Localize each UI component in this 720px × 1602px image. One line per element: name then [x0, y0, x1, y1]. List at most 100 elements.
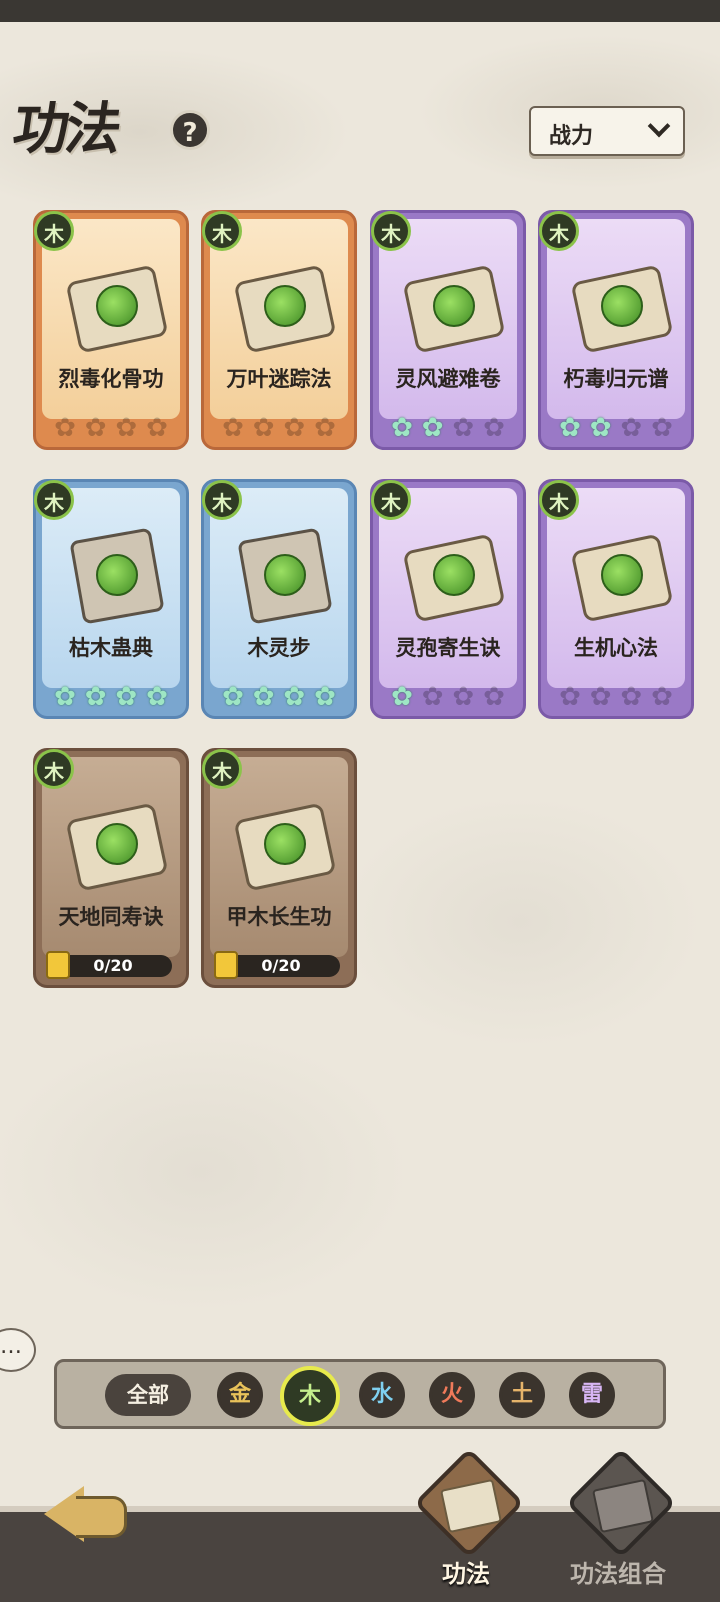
dragon-scroll-icon [65, 257, 169, 354]
star-icon: ✿ [54, 682, 76, 712]
tab-skill-combos[interactable]: 功法组合 [548, 1447, 688, 1594]
fragment-count: 0/20 [93, 956, 133, 975]
star-icon: ✿ [314, 413, 336, 443]
fragment-progress: 0/20 [46, 951, 172, 979]
element-badge-icon: 木 [34, 749, 74, 789]
star-rating: ✿ ✿ ✿ ✿ [389, 415, 507, 441]
skill-card[interactable]: 木 灵孢寄生诀 ✿ ✿ ✿ ✿ [370, 479, 526, 719]
card-name: 朽毒归元谱 [563, 367, 669, 391]
star-icon: ✿ [222, 413, 244, 443]
filter-wood-button[interactable]: 木 [280, 1366, 340, 1426]
book-skull-icon [66, 526, 165, 625]
dragon-scroll-icon [233, 795, 337, 892]
skill-card-locked[interactable]: 木 甲木长生功 0/20 [201, 748, 357, 988]
element-badge-icon: 木 [34, 211, 74, 251]
element-badge-icon: 木 [34, 480, 74, 520]
star-icon: ✿ [589, 413, 612, 443]
skill-card[interactable]: 木 朽毒归元谱 ✿ ✿ ✿ ✿ [538, 210, 694, 450]
star-icon: ✿ [559, 413, 581, 443]
card-name: 灵风避难卷 [395, 367, 501, 391]
skill-card[interactable]: 木 枯木蛊典 ✿ ✿ ✿ ✿ [33, 479, 189, 719]
star-icon: ✿ [620, 413, 643, 443]
card-name: 万叶迷踪法 [226, 367, 332, 391]
element-badge-icon: 木 [202, 211, 242, 251]
star-icon: ✿ [314, 682, 336, 712]
scroll-orb-icon [570, 526, 674, 623]
star-icon: ✿ [146, 413, 168, 443]
star-rating: ✿ ✿ ✿ ✿ [389, 684, 507, 710]
star-icon: ✿ [54, 413, 76, 443]
filter-fire-button[interactable]: 火 [429, 1372, 475, 1418]
puzzle-piece-icon [214, 951, 238, 979]
card-name: 灵孢寄生诀 [395, 636, 501, 660]
tab-label: 功法组合 [570, 1560, 666, 1588]
star-rating: ✿ ✿ ✿ ✿ [220, 684, 338, 710]
skill-card[interactable]: 木 木灵步 ✿ ✿ ✿ ✿ [201, 479, 357, 719]
filter-metal-button[interactable]: 金 [217, 1372, 263, 1418]
filter-all-button[interactable]: 全部 [105, 1374, 191, 1416]
card-name: 甲木长生功 [226, 905, 332, 929]
card-name: 天地同寿诀 [58, 905, 164, 929]
star-icon: ✿ [483, 682, 505, 712]
card-name: 枯木蛊典 [69, 636, 153, 660]
filter-water-button[interactable]: 水 [359, 1372, 405, 1418]
skill-card[interactable]: 木 生机心法 ✿ ✿ ✿ ✿ [538, 479, 694, 719]
skill-card[interactable]: 木 万叶迷踪法 ✿ ✿ ✿ ✿ [201, 210, 357, 450]
fragment-count: 0/20 [261, 956, 301, 975]
star-icon: ✿ [421, 682, 444, 712]
element-badge-icon: 木 [202, 749, 242, 789]
star-icon: ✿ [651, 682, 673, 712]
star-rating: ✿ ✿ ✿ ✿ [557, 684, 675, 710]
element-badge-icon: 木 [202, 480, 242, 520]
star-rating: ✿ ✿ ✿ ✿ [52, 684, 170, 710]
star-icon: ✿ [620, 682, 643, 712]
bottom-nav: 功法 功法组合 [0, 1447, 720, 1602]
skill-card-locked[interactable]: 木 天地同寿诀 0/20 [33, 748, 189, 988]
filter-thunder-button[interactable]: 雷 [569, 1372, 615, 1418]
star-icon: ✿ [452, 413, 475, 443]
star-icon: ✿ [84, 682, 107, 712]
tab-label: 功法 [442, 1560, 490, 1588]
star-icon: ✿ [452, 682, 475, 712]
fragment-progress: 0/20 [214, 951, 340, 979]
card-name: 生机心法 [574, 636, 658, 660]
star-icon: ✿ [252, 413, 275, 443]
star-icon: ✿ [559, 682, 581, 712]
star-rating: ✿ ✿ ✿ ✿ [52, 415, 170, 441]
card-name: 木灵步 [247, 636, 311, 660]
star-icon: ✿ [222, 682, 244, 712]
star-icon: ✿ [115, 682, 138, 712]
scroll-figure-icon [402, 526, 506, 623]
chevron-down-icon [647, 114, 671, 138]
element-badge-icon: 木 [539, 480, 579, 520]
star-icon: ✿ [146, 682, 168, 712]
filter-earth-button[interactable]: 土 [499, 1372, 545, 1418]
element-badge-icon: 木 [539, 211, 579, 251]
sort-dropdown[interactable]: 战力 [529, 106, 685, 156]
help-icon[interactable]: ? [170, 110, 210, 150]
star-icon: ✿ [651, 413, 673, 443]
book-leaf-icon [234, 526, 333, 625]
page-title: 功法 [8, 96, 123, 162]
tab-skills[interactable]: 功法 [396, 1447, 536, 1594]
dragon-scroll-icon [233, 257, 337, 354]
skill-card[interactable]: 木 灵风避难卷 ✿ ✿ ✿ ✿ [370, 210, 526, 450]
star-icon: ✿ [589, 682, 612, 712]
star-icon: ✿ [283, 413, 306, 443]
back-button[interactable] [36, 1466, 127, 1556]
star-rating: ✿ ✿ ✿ ✿ [557, 415, 675, 441]
card-name: 烈毒化骨功 [58, 367, 164, 391]
element-badge-icon: 木 [371, 480, 411, 520]
sort-label: 战力 [549, 124, 594, 149]
puzzle-piece-icon [46, 951, 70, 979]
star-icon: ✿ [252, 682, 275, 712]
star-icon: ✿ [391, 413, 413, 443]
dragon-scroll-icon [65, 795, 169, 892]
element-filter-bar: 全部 金 木 水 火 土 雷 [54, 1359, 666, 1429]
star-icon: ✿ [115, 413, 138, 443]
star-icon: ✿ [84, 413, 107, 443]
scroll-leaf-icon [402, 257, 506, 354]
star-icon: ✿ [283, 682, 306, 712]
back-arrow-tail [76, 1496, 127, 1538]
skill-card[interactable]: 木 烈毒化骨功 ✿ ✿ ✿ ✿ [33, 210, 189, 450]
